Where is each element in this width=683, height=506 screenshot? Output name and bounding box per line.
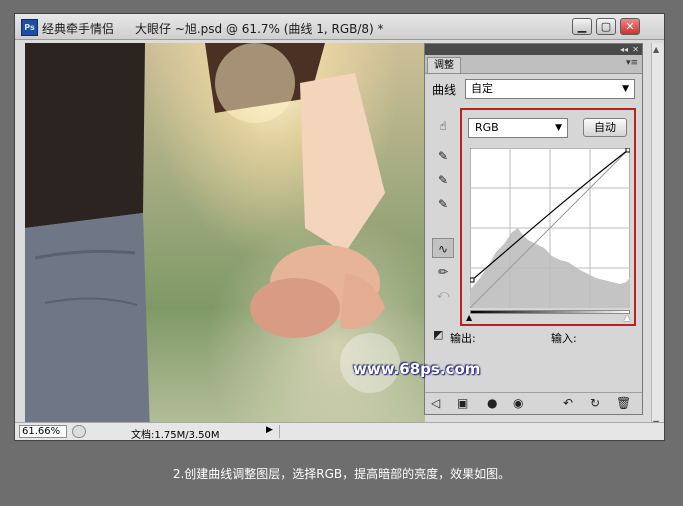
click-drag-adjust-icon[interactable]: ☝ xyxy=(432,116,454,136)
panel-header[interactable]: ◂◂ ✕ xyxy=(425,44,642,55)
minimize-button[interactable]: ▁ xyxy=(572,18,592,35)
close-panel-icon[interactable]: ✕ xyxy=(632,44,639,55)
auto-button[interactable]: 自动 xyxy=(583,118,627,137)
maximize-button[interactable]: ▢ xyxy=(596,18,616,35)
preset-dropdown[interactable]: 自定 ▼ xyxy=(465,79,635,99)
layer-mask-icon[interactable]: ● xyxy=(487,396,497,410)
tab-adjustments[interactable]: 调整 xyxy=(427,57,461,73)
black-eyedropper-icon[interactable]: ✎ xyxy=(432,146,454,166)
gray-eyedropper-icon[interactable]: ✎ xyxy=(432,170,454,190)
view-previous-icon[interactable]: ↶ xyxy=(563,396,573,410)
app-title: 经典牵手情侣 xyxy=(42,22,115,36)
curves-highlight-box: RGB ▼ 自动 ▲ ▲ xyxy=(460,108,636,326)
panel-mode-icon[interactable]: ▣ xyxy=(457,396,468,410)
document-size-info: 文档:1.75M/3.50M xyxy=(131,430,220,441)
horizontal-scrollbar[interactable] xyxy=(279,425,636,438)
status-bar: 61.66% 文档:1.75M/3.50M ▶ xyxy=(15,422,664,441)
watermark: www.68ps.com xyxy=(353,360,481,378)
vertical-scrollbar[interactable]: ▲ ▼ xyxy=(651,43,663,433)
scroll-up-icon[interactable]: ▲ xyxy=(653,45,659,54)
visibility-eye-icon[interactable]: ◉ xyxy=(513,396,523,410)
status-menu-arrow-icon[interactable]: ▶ xyxy=(266,425,277,438)
smooth-icon[interactable]: ⤺ xyxy=(432,284,454,304)
pencil-icon[interactable]: ✏ xyxy=(432,262,454,282)
channel-dropdown[interactable]: RGB ▼ xyxy=(468,118,568,138)
white-eyedropper-icon[interactable]: ✎ xyxy=(432,194,454,214)
title-bar[interactable]: Ps 经典牵手情侣 大眼仔 ~旭.psd @ 61.7% (曲线 1, RGB/… xyxy=(15,14,664,40)
close-button[interactable]: ✕ xyxy=(620,18,640,35)
photoshop-logo-icon: Ps xyxy=(21,19,38,36)
curves-label: 曲线 xyxy=(432,83,457,97)
panel-tab-row: 调整 ▾≡ xyxy=(425,55,642,74)
channel-value: RGB xyxy=(475,121,499,134)
chevron-down-icon: ▼ xyxy=(555,123,562,133)
tutorial-caption: 2.创建曲线调整图层，选择RGB，提高暗部的亮度，效果如图。 xyxy=(172,467,511,481)
chevron-down-icon: ▼ xyxy=(622,84,629,94)
zoom-menu-icon[interactable] xyxy=(72,425,86,438)
white-point-slider-icon[interactable]: ▲ xyxy=(624,313,630,322)
reset-icon[interactable]: ↻ xyxy=(590,396,600,410)
zoom-input[interactable]: 61.66% xyxy=(19,425,67,438)
clipping-warning-icon[interactable]: ◩ xyxy=(433,328,447,342)
back-arrow-icon[interactable]: ◁ xyxy=(431,396,440,410)
preset-value: 自定 xyxy=(471,82,493,95)
curves-graph[interactable] xyxy=(470,148,630,308)
black-point-slider-icon[interactable]: ▲ xyxy=(466,313,472,322)
panel-menu-icon[interactable]: ▾≡ xyxy=(626,58,638,68)
document-title: 大眼仔 ~旭.psd @ 61.7% (曲线 1, RGB/8) * xyxy=(135,22,384,36)
curve-point-icon[interactable]: ∿ xyxy=(432,238,454,258)
output-label: 输出: xyxy=(450,332,476,345)
panel-bottom-toolbar: ◁ ▣ ● ◉ ↶ ↻ 🗑 xyxy=(425,392,642,415)
input-label: 输入: xyxy=(551,332,577,345)
input-gradient-bar xyxy=(470,310,630,314)
collapse-panel-icon[interactable]: ◂◂ xyxy=(620,44,628,55)
trash-icon[interactable]: 🗑 xyxy=(616,396,631,410)
